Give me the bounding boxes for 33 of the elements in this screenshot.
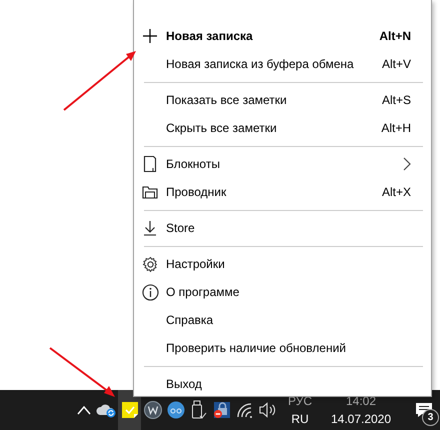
- menu-item[interactable]: Справка: [134, 306, 431, 334]
- info-icon: [142, 284, 158, 300]
- notification-count: 3: [422, 409, 439, 426]
- clock-date[interactable]: 14.07.2020: [330, 412, 392, 426]
- menu-item[interactable]: Проверить наличие обновлений: [134, 334, 431, 362]
- notebook-icon: [143, 155, 157, 173]
- usb-drive-icon: [190, 400, 206, 420]
- cloud-sync-icon: [96, 402, 118, 418]
- language-label[interactable]: RU: [291, 412, 309, 426]
- lock-blocked-icon: [212, 401, 230, 419]
- menu-item[interactable]: Проводник Alt+X: [134, 178, 431, 206]
- speaker-icon: [258, 402, 276, 418]
- download-icon: [143, 220, 157, 236]
- shortcut-label: Alt+V: [382, 57, 411, 71]
- wifi-icon: [236, 402, 254, 418]
- chevron-up-icon: [76, 405, 90, 415]
- sticky-note-icon: [122, 402, 138, 418]
- menu-item[interactable]: Новая записка из буфера обмена Alt+V: [134, 50, 431, 78]
- gear-icon: [142, 256, 158, 272]
- annotation-arrow: [49, 347, 115, 397]
- folder-icon: [142, 184, 158, 200]
- menu-item[interactable]: Новая записка Alt+N: [134, 22, 431, 50]
- shortcut-label: Alt+H: [381, 121, 411, 135]
- shortcut-label: Alt+S: [382, 93, 411, 107]
- shortcut-label: Alt+N: [379, 29, 411, 43]
- plus-icon: [142, 28, 158, 44]
- chevron-right-icon: [403, 157, 411, 171]
- shortcut-label: Alt+X: [382, 185, 411, 199]
- round-app-icon: [166, 401, 184, 419]
- menu-item[interactable]: Скрыть все заметки Alt+H: [134, 114, 431, 142]
- tray-button[interactable]: [118, 390, 141, 430]
- letter-w-circle-icon: [144, 401, 162, 419]
- menu-item[interactable]: О программе: [134, 278, 431, 306]
